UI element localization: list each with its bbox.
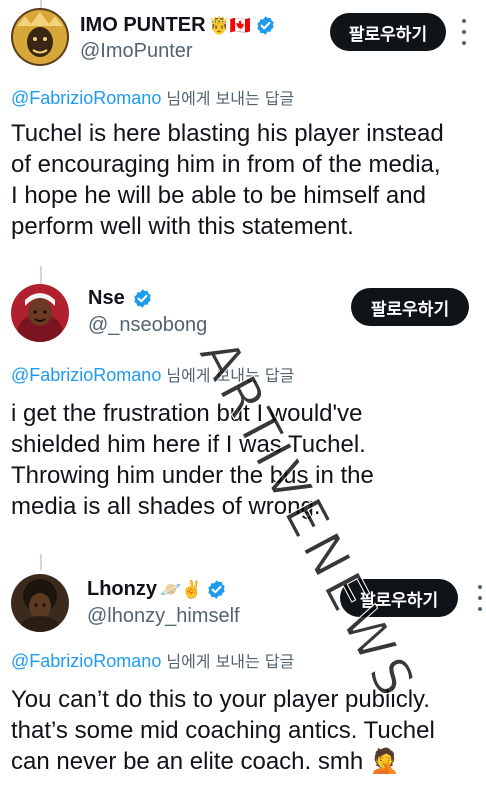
verified-badge-icon [206,579,227,600]
display-name[interactable]: Lhonzy [87,578,157,601]
tweet-text-line: Tuchel is here blasting his player inste… [11,120,444,147]
verified-badge-icon [255,15,276,36]
tweet-text-line: can never be an elite coach. smh 🤦 [11,748,400,775]
display-name[interactable]: Nse [88,287,125,310]
tweet-text: You can’t do this to your player publicl… [11,684,481,777]
reply-mention-link[interactable]: @FabrizioRomano [11,365,161,385]
avatar[interactable] [11,574,69,632]
tweet-text-line: media is all shades of wrong. [11,493,321,520]
more-options-icon[interactable] [460,19,468,45]
reply-context: @FabrizioRomano 님에게 보내는 답글 [11,362,294,386]
tweet-text-line: that’s some mid coaching antics. Tuchel [11,717,435,744]
tweet-text: Tuchel is here blasting his player inste… [11,118,481,242]
reply-mention-link[interactable]: @FabrizioRomano [11,88,161,108]
tweet-2[interactable]: Nse @_nseobong 팔로우하기 @FabrizioRomano 님에게… [0,262,486,546]
reply-context: @FabrizioRomano 님에게 보내는 답글 [11,85,294,109]
follow-button[interactable]: 팔로우하기 [351,288,469,326]
avatar[interactable] [11,8,69,66]
reply-mention-link[interactable]: @FabrizioRomano [11,651,161,671]
reply-suffix: 님에게 보내는 답글 [166,89,295,108]
tweet-text-line: You can’t do this to your player publicl… [11,686,430,713]
avatar-image [11,284,69,342]
tweet-3[interactable]: Lhonzy 🪐✌️ @lhonzy_himself 팔로우하기 @Fabriz… [0,546,486,794]
follow-button[interactable]: 팔로우하기 [340,579,458,617]
tweet-text-line: shielded him here if I was Tuchel. [11,431,366,458]
thread-connector [40,554,42,570]
handle[interactable]: @ImoPunter [80,40,193,63]
tweet-text-line: I hope he will be able to be himself and [11,182,426,209]
tweet-text-line: Throwing him under the bus in the [11,462,374,489]
tweet-text: i get the frustration but I would've shi… [11,398,481,522]
name-emojis: 🪐✌️ [160,580,203,599]
name-emojis: 🤴🇨🇦 [208,16,251,35]
avatar-image [11,8,69,66]
thread-connector [40,0,42,8]
display-name[interactable]: IMO PUNTER [80,14,206,37]
tweet-1[interactable]: IMO PUNTER 🤴🇨🇦 @ImoPunter 팔로우하기 @Fabrizi… [0,0,486,262]
reply-suffix: 님에게 보내는 답글 [166,652,295,671]
reply-context: @FabrizioRomano 님에게 보내는 답글 [11,648,294,672]
avatar-image [11,574,69,632]
tweet-text-line: perform well with this statement. [11,213,354,240]
more-options-icon[interactable] [476,585,484,611]
handle[interactable]: @lhonzy_himself [87,605,240,628]
handle[interactable]: @_nseobong [88,314,207,337]
avatar[interactable] [11,284,69,342]
reply-suffix: 님에게 보내는 답글 [166,366,295,385]
tweet-text-line: i get the frustration but I would've [11,400,363,427]
thread-connector [40,266,42,284]
follow-button[interactable]: 팔로우하기 [330,13,446,51]
verified-badge-icon [132,288,153,309]
tweet-text-line: of encouraging him in from of the media, [11,151,441,178]
